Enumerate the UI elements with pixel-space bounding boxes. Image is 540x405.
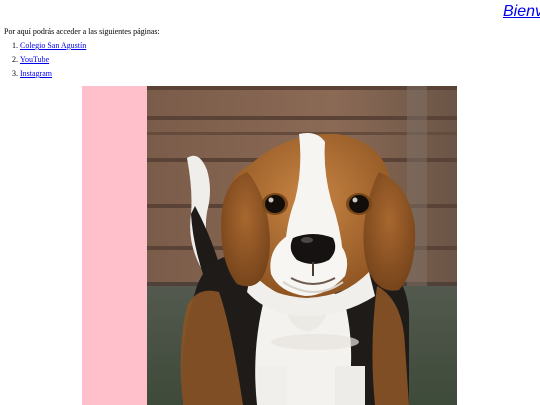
list-item: 1. Colegio San Agustín (0, 41, 86, 55)
pink-image-background (82, 86, 457, 405)
list-number: 1. (12, 41, 18, 50)
welcome-heading: Bienv (503, 3, 540, 20)
list-item: 2. YouTube (0, 55, 86, 69)
link-instagram[interactable]: Instagram (20, 69, 52, 78)
list-item: 3. Instagram (0, 69, 86, 83)
intro-text: Por aquí podrás acceder a las siguientes… (4, 27, 160, 36)
beagle-puppy-image (147, 86, 457, 405)
link-colegio-san-agustin[interactable]: Colegio San Agustín (20, 41, 86, 50)
list-number: 2. (12, 55, 18, 64)
links-list: 1. Colegio San Agustín 2. YouTube 3. Ins… (0, 41, 86, 83)
link-youtube[interactable]: YouTube (20, 55, 49, 64)
list-number: 3. (12, 69, 18, 78)
